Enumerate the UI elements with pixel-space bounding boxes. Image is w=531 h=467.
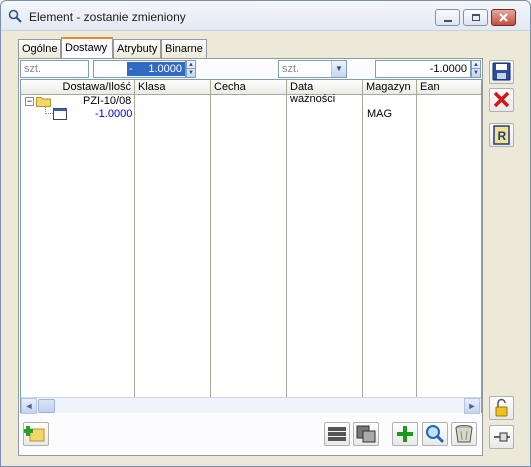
- add-folder-icon: [24, 426, 45, 442]
- save-button[interactable]: [489, 60, 514, 84]
- report-button[interactable]: R: [489, 123, 514, 147]
- warehouse-value: MAG: [367, 108, 393, 120]
- maximize-icon: [472, 14, 480, 21]
- magnifier-icon: [426, 425, 445, 444]
- column-divider: [286, 95, 287, 397]
- close-icon: [499, 13, 508, 22]
- window-title: Element - zostanie zmieniony: [29, 10, 186, 24]
- minimize-button[interactable]: [435, 9, 460, 26]
- dialog-window: Element - zostanie zmieniony Ogólne Dost…: [0, 0, 531, 467]
- list-view-icon: [328, 427, 346, 441]
- unit-select-value: szt.: [282, 63, 300, 75]
- floppy-disk-icon: [492, 62, 511, 81]
- table-row[interactable]: − PZI-10/08: [21, 95, 481, 108]
- maximize-button[interactable]: [463, 9, 488, 26]
- tree-toggle-sign: −: [26, 96, 33, 106]
- stacked-windows-icon: [356, 425, 376, 443]
- column-divider: [210, 95, 211, 397]
- dialog-body: Ogólne Dostawy Atrybuty Binarne szt. - 1…: [1, 32, 530, 466]
- svg-text:R: R: [498, 129, 507, 143]
- column-header-ean[interactable]: Ean: [417, 80, 481, 95]
- tab-dostawy[interactable]: Dostawy: [61, 37, 113, 59]
- delivery-quantity: -1.0000: [95, 108, 133, 120]
- quantity-to-spinner[interactable]: ▲ ▼: [471, 60, 481, 78]
- quantity-to-input[interactable]: -1.0000: [375, 60, 471, 78]
- padlock-icon: [495, 398, 508, 417]
- close-window-button[interactable]: [491, 9, 516, 26]
- delivery-number: PZI-10/08: [83, 95, 132, 107]
- pin-button[interactable]: [489, 425, 514, 449]
- spin-down-icon[interactable]: ▼: [187, 69, 195, 77]
- chevron-down-icon[interactable]: ▼: [331, 61, 346, 77]
- delete-button[interactable]: [451, 422, 477, 446]
- list-view-button[interactable]: [324, 422, 350, 446]
- report-icon: R: [493, 125, 510, 145]
- tree-connector: [45, 106, 53, 114]
- tree-collapse-toggle[interactable]: −: [25, 97, 34, 106]
- tab-binarne[interactable]: Binarne: [161, 39, 207, 58]
- column-header-class[interactable]: Klasa: [135, 80, 211, 95]
- spin-up-icon[interactable]: ▲: [187, 61, 195, 69]
- table-row[interactable]: -1.0000 MAG: [21, 106, 481, 121]
- unit-filter-input[interactable]: szt.: [20, 60, 89, 78]
- trash-can-icon: [455, 425, 473, 443]
- quantity-from-spinner[interactable]: ▲ ▼: [186, 60, 196, 78]
- app-icon: [8, 9, 22, 23]
- red-x-icon: [493, 91, 510, 108]
- unit-select[interactable]: szt. ▼: [278, 60, 347, 78]
- column-header-delivery[interactable]: Dostawa/Ilość: [21, 80, 135, 95]
- column-divider: [362, 95, 363, 397]
- column-divider: [134, 95, 135, 397]
- plus-icon: [397, 426, 413, 442]
- column-divider: [416, 95, 417, 397]
- pin-icon: [494, 432, 510, 442]
- tab-ogolne[interactable]: Ogólne: [18, 39, 61, 58]
- deliveries-grid[interactable]: Dostawa/Ilość Klasa Cecha Data ważności …: [20, 79, 482, 414]
- column-header-feature[interactable]: Cecha: [211, 80, 287, 95]
- minimize-icon: [444, 20, 452, 22]
- quantity-from-value: 1.0000: [135, 62, 185, 76]
- add-button[interactable]: [392, 422, 418, 446]
- tab-atrybuty[interactable]: Atrybuty: [113, 39, 161, 58]
- spin-down-icon[interactable]: ▼: [472, 69, 480, 77]
- group-view-button[interactable]: [353, 422, 379, 446]
- quantity-from-input[interactable]: - 1.0000: [93, 60, 186, 78]
- add-folder-button[interactable]: [23, 422, 49, 446]
- cancel-button[interactable]: [489, 88, 514, 112]
- scroll-right-icon[interactable]: ►: [464, 398, 480, 414]
- horizontal-scrollbar[interactable]: ◄ ►: [21, 397, 481, 414]
- column-header-warehouse[interactable]: Magazyn: [363, 80, 417, 95]
- scrollbar-thumb[interactable]: [38, 399, 55, 413]
- unlock-button[interactable]: [489, 396, 514, 420]
- search-button[interactable]: [422, 422, 448, 446]
- scroll-left-icon[interactable]: ◄: [21, 398, 37, 414]
- title-bar[interactable]: Element - zostanie zmieniony: [1, 1, 530, 31]
- spin-up-icon[interactable]: ▲: [472, 61, 480, 69]
- column-header-expiry-date[interactable]: Data ważności: [287, 80, 363, 105]
- document-icon: [53, 108, 67, 120]
- quantity-sign: -: [127, 62, 135, 76]
